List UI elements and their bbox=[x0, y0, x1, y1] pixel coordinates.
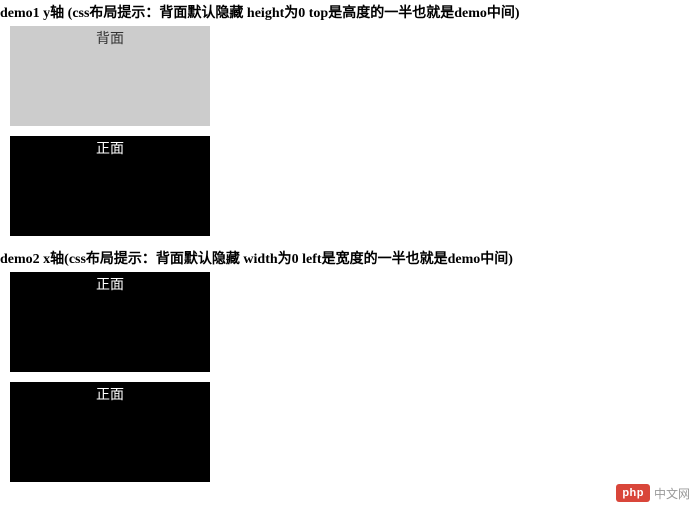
demo1-back-face: 背面 bbox=[10, 26, 210, 126]
demo2-front-label-b: 正面 bbox=[96, 388, 124, 403]
demo1-back-label: 背面 bbox=[96, 32, 124, 47]
demo1-heading: demo1 y轴 (css布局提示：背面默认隐藏 height为0 top是高度… bbox=[0, 0, 698, 26]
demo1-front-label: 正面 bbox=[96, 142, 124, 157]
demo2-box-a: 正面 bbox=[10, 272, 210, 372]
demo2-box-b: 正面 bbox=[10, 382, 210, 482]
demo2-front-face-a: 正面 bbox=[10, 272, 210, 372]
demo2-heading: demo2 x轴(css布局提示：背面默认隐藏 width为0 left是宽度的… bbox=[0, 246, 698, 272]
demo1-front-box: 正面 bbox=[10, 136, 210, 236]
watermark-badge: php bbox=[616, 484, 650, 502]
demo2-front-label-a: 正面 bbox=[96, 278, 124, 293]
watermark-cn: 中文网 bbox=[654, 485, 690, 502]
demo1-back-box: 背面 bbox=[10, 26, 210, 126]
demo2-front-face-b: 正面 bbox=[10, 382, 210, 482]
watermark: php 中文网 bbox=[616, 484, 690, 502]
demo1-front-face: 正面 bbox=[10, 136, 210, 236]
